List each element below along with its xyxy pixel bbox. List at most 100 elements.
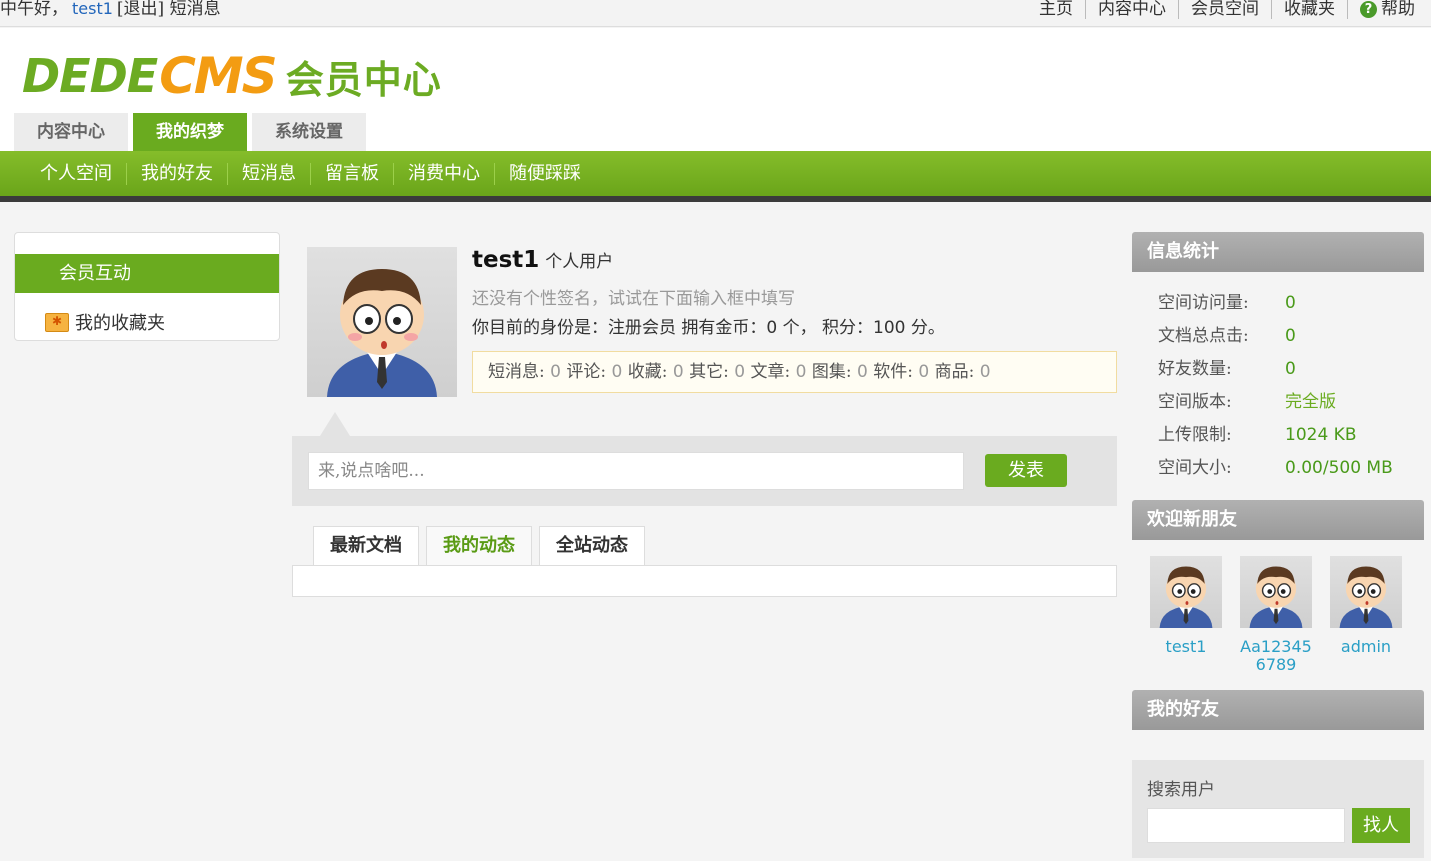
nav-personal-space[interactable]: 个人空间 <box>26 163 126 185</box>
info-value: 完全版 <box>1285 392 1336 412</box>
greeting-text: 中午好， <box>0 0 68 19</box>
identity-suffix: 分。 <box>905 318 945 338</box>
nav-browse-around[interactable]: 随便踩踩 <box>494 162 595 185</box>
stats-box: 短消息: 0 评论: 0 收藏: 0 其它: 0 文章: 0 图集: 0 软件:… <box>472 351 1117 393</box>
info-stats-list: 空间访问量: 0 文档总点击: 0 好友数量: 0 空间版本: 完全版 上传限制: 102… <box>1158 290 1393 488</box>
search-user-input[interactable] <box>1147 808 1345 843</box>
help-link[interactable]: ? 帮助 <box>1347 0 1427 19</box>
sidebar-item-favorites[interactable]: 我的收藏夹 <box>45 309 165 335</box>
stat-label: 其它: <box>689 362 729 382</box>
info-row: 好友数量: 0 <box>1158 356 1393 389</box>
info-value: 0 <box>1285 359 1296 379</box>
new-friends-header: 欢迎新朋友 <box>1132 500 1424 540</box>
info-label: 空间大小: <box>1158 458 1232 478</box>
logo[interactable]: DEDE CMS 会员中心 <box>22 47 442 105</box>
top-links: 主页 内容中心 会员空间 收藏夹 ? 帮助 <box>1027 0 1427 19</box>
stat-value: 0 <box>550 362 561 382</box>
tab-my-dream[interactable]: 我的织梦 <box>133 113 247 151</box>
info-label: 空间版本: <box>1158 392 1232 412</box>
main-nav: 个人空间 我的好友 短消息 留言板 消费中心 随便踩踩 <box>0 151 1431 196</box>
stat-value: 0 <box>979 362 991 382</box>
friend-card[interactable]: admin <box>1328 556 1404 674</box>
main-tabs: 内容中心 我的织梦 系统设置 <box>14 113 371 151</box>
friend-avatar[interactable] <box>1240 556 1312 628</box>
profile-identity: 你目前的身份是：注册会员 拥有金币：0 个， 积分：100 分。 <box>472 313 945 338</box>
profile-signature: 还没有个性签名，试试在下面输入框中填写 <box>472 289 795 309</box>
tab-latest-docs[interactable]: 最新文档 <box>313 526 419 566</box>
help-label: 帮助 <box>1381 0 1415 19</box>
avatar[interactable] <box>307 247 457 397</box>
stat-value: 0 <box>672 362 684 382</box>
username-link[interactable]: test1 <box>72 0 113 18</box>
nav-consumption-center[interactable]: 消费中心 <box>393 162 494 185</box>
friend-avatar[interactable] <box>1150 556 1222 628</box>
info-label: 文档总点击: <box>1158 326 1249 346</box>
info-value: 1024 KB <box>1285 425 1357 445</box>
top-bar: 中午好， test1 [退出] 短消息 主页 内容中心 会员空间 收藏夹 ? 帮助 <box>0 0 1431 27</box>
search-user-box: 搜索用户 找人 <box>1132 760 1424 858</box>
my-friends-header: 我的好友 <box>1132 690 1424 730</box>
profile-username: test1 <box>472 247 540 273</box>
stat-label: 软件: <box>873 362 913 382</box>
friend-avatar[interactable] <box>1330 556 1402 628</box>
messages-link[interactable]: 短消息 <box>170 0 221 19</box>
nav-guestbook[interactable]: 留言板 <box>310 162 393 185</box>
stat-value: 0 <box>857 362 868 382</box>
sidebar-item-member-interaction[interactable]: 会员互动 <box>15 254 279 293</box>
content-center-link[interactable]: 内容中心 <box>1085 0 1178 19</box>
member-space-link[interactable]: 会员空间 <box>1178 0 1271 19</box>
status-input[interactable] <box>308 452 964 490</box>
profile-user-type: 个人用户 <box>545 252 614 272</box>
new-friends-list: test1 Aa123456789 admin <box>1148 556 1418 674</box>
friend-card[interactable]: test1 <box>1148 556 1224 674</box>
identity-mid: 个， 积分： <box>777 318 874 338</box>
friend-name[interactable]: test1 <box>1148 638 1224 656</box>
folder-icon <box>45 312 69 332</box>
tab-my-activity[interactable]: 我的动态 <box>426 526 532 566</box>
nav-messages[interactable]: 短消息 <box>227 162 310 185</box>
logout-link[interactable]: [退出] <box>117 0 164 19</box>
friend-name[interactable]: admin <box>1328 638 1404 656</box>
info-row: 上传限制: 1024 KB <box>1158 422 1393 455</box>
info-stats-header: 信息统计 <box>1132 232 1424 272</box>
info-row: 空间大小: 0.00/500 MB <box>1158 455 1393 488</box>
tab-system-settings[interactable]: 系统设置 <box>252 113 366 151</box>
info-row: 空间访问量: 0 <box>1158 290 1393 323</box>
post-arrow <box>320 412 350 436</box>
tab-panel <box>292 565 1117 597</box>
post-button[interactable]: 发表 <box>985 454 1067 487</box>
favorites-link[interactable]: 收藏夹 <box>1271 0 1347 19</box>
info-value: 0.00/500 MB <box>1285 458 1393 478</box>
stat-label: 短消息: <box>488 362 545 382</box>
greeting-area: 中午好， test1 [退出] 短消息 <box>0 0 221 18</box>
search-user-label: 搜索用户 <box>1147 780 1215 800</box>
post-box: 发表 <box>292 436 1117 506</box>
nav-divider <box>0 196 1431 202</box>
stat-label: 图集: <box>811 362 852 382</box>
tab-site-activity[interactable]: 全站动态 <box>539 526 645 566</box>
info-value: 0 <box>1285 293 1296 313</box>
stat-label: 商品: <box>934 362 975 382</box>
info-label: 好友数量: <box>1158 359 1232 379</box>
home-link[interactable]: 主页 <box>1027 0 1085 19</box>
logo-dede: DEDE <box>22 49 158 103</box>
find-user-button[interactable]: 找人 <box>1352 808 1410 843</box>
help-icon: ? <box>1360 1 1377 18</box>
info-label: 空间访问量: <box>1158 293 1249 313</box>
info-row: 空间版本: 完全版 <box>1158 389 1393 422</box>
logo-member-center: 会员中心 <box>285 57 442 102</box>
identity-prefix: 你目前的身份是：注册会员 拥有金币： <box>472 318 767 338</box>
stat-value: 0 <box>734 362 746 382</box>
nav-my-friends[interactable]: 我的好友 <box>126 162 227 185</box>
content-tabs: 最新文档 我的动态 全站动态 <box>313 526 652 566</box>
logo-cms: CMS <box>159 47 277 105</box>
info-row: 文档总点击: 0 <box>1158 323 1393 356</box>
coins-value: 0 <box>766 318 778 338</box>
stat-value: 0 <box>795 362 807 382</box>
friend-card[interactable]: Aa123456789 <box>1238 556 1314 674</box>
tab-content-center[interactable]: 内容中心 <box>14 113 128 151</box>
stat-label: 评论: <box>566 362 607 382</box>
stat-value: 0 <box>918 362 930 382</box>
friend-name[interactable]: Aa123456789 <box>1238 638 1314 674</box>
stat-value: 0 <box>611 362 623 382</box>
